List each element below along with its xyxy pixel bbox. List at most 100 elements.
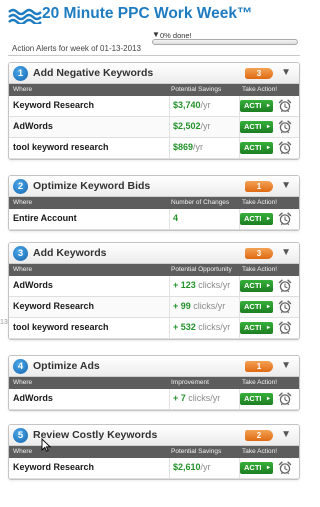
metric-number: + 123: [173, 280, 196, 290]
step-number-badge: 5: [13, 428, 28, 443]
column-header-action: Take Action!: [242, 448, 278, 455]
step-number-badge: 4: [13, 359, 28, 374]
side-fragment: 13: [0, 319, 8, 326]
column-header-action: Take Action!: [242, 379, 278, 386]
collapse-triangle-icon[interactable]: ▼: [281, 67, 291, 78]
row-where-label[interactable]: AdWords: [13, 280, 53, 290]
progress-marker-icon: ▼: [152, 30, 160, 39]
section-title: Optimize Keyword Bids: [33, 180, 151, 192]
action-arrow-icon: ▸: [266, 396, 270, 402]
mouse-cursor-icon: [41, 438, 51, 452]
section-header[interactable]: 4 Optimize Ads 1 ▼: [9, 356, 299, 377]
metric-number: + 7: [173, 393, 186, 403]
column-header-metric: Potential Opportunity: [171, 266, 232, 273]
take-action-button[interactable]: ACTI ▸: [240, 121, 273, 133]
table-body: AdWords + 123 clicks/yr ACTI ▸ Keyword Resea…: [9, 276, 299, 339]
table-row: AdWords + 123 clicks/yr ACTI ▸: [9, 276, 299, 297]
section-header[interactable]: 2 Optimize Keyword Bids 1 ▼: [9, 176, 299, 197]
take-action-button[interactable]: ACTI ▸: [240, 100, 273, 112]
column-header-where: Where: [13, 379, 33, 386]
row-where-label[interactable]: Keyword Research: [13, 100, 94, 110]
take-action-button[interactable]: ACTI ▸: [240, 213, 273, 225]
snooze-alarm-icon[interactable]: [278, 120, 292, 134]
section-title: Add Negative Keywords: [33, 67, 154, 79]
table-row: Keyword Research $3,740/yr ACTI ▸: [9, 96, 299, 117]
action-arrow-icon: ▸: [266, 124, 270, 130]
snooze-alarm-icon[interactable]: [278, 212, 292, 226]
action-arrow-icon: ▸: [266, 283, 270, 289]
section-header[interactable]: 5 Review Costly Keywords 2 ▼: [9, 425, 299, 446]
section-add-negative-keywords: 1 Add Negative Keywords 3 ▼ Where Potential S…: [8, 62, 300, 160]
row-metric-value: $2,610/yr: [173, 462, 211, 472]
column-header-where: Where: [13, 86, 33, 93]
take-action-label: ACTI: [244, 101, 262, 110]
table-row: tool keyword research $869/yr ACTI ▸: [9, 138, 299, 159]
take-action-button[interactable]: ACTI ▸: [240, 462, 273, 474]
row-where-label[interactable]: tool keyword research: [13, 142, 109, 152]
alert-count-badge: 1: [245, 181, 273, 192]
row-metric-value: $2,502/yr: [173, 121, 211, 131]
collapse-triangle-icon[interactable]: ▼: [281, 360, 291, 371]
snooze-alarm-icon[interactable]: [278, 141, 292, 155]
snooze-alarm-icon[interactable]: [278, 300, 292, 314]
take-action-button[interactable]: ACTI ▸: [240, 393, 273, 405]
column-header-row: Where Potential Opportunity Take Action!: [9, 264, 299, 276]
column-header-action: Take Action!: [242, 266, 278, 273]
column-header-action: Take Action!: [242, 199, 278, 206]
collapse-triangle-icon[interactable]: ▼: [281, 180, 291, 191]
section-title: Add Keywords: [33, 247, 107, 259]
column-header-metric: Potential Savings: [171, 86, 222, 93]
snooze-alarm-icon[interactable]: [278, 461, 292, 475]
snooze-alarm-icon[interactable]: [278, 279, 292, 293]
snooze-alarm-icon[interactable]: [278, 392, 292, 406]
column-divider: [169, 458, 170, 478]
row-where-label[interactable]: Keyword Research: [13, 301, 94, 311]
section-header[interactable]: 1 Add Negative Keywords 3 ▼: [9, 63, 299, 84]
action-arrow-icon: ▸: [266, 216, 270, 222]
metric-number: + 99: [173, 301, 191, 311]
alert-count-badge: 3: [245, 248, 273, 259]
take-action-button[interactable]: ACTI ▸: [240, 301, 273, 313]
week-label: Action Alerts for week of 01-13-2013: [12, 44, 141, 53]
row-metric-value: + 99 clicks/yr: [173, 301, 225, 311]
row-metric-value: + 123 clicks/yr: [173, 280, 230, 290]
column-header-row: Where Potential Savings Take Action!: [9, 84, 299, 96]
action-arrow-icon: ▸: [266, 103, 270, 109]
row-where-label[interactable]: Keyword Research: [13, 462, 94, 472]
table-row: tool keyword research + 532 clicks/yr ACTI…: [9, 318, 299, 339]
alert-count-badge: 1: [245, 361, 273, 372]
snooze-alarm-icon[interactable]: [278, 99, 292, 113]
metric-unit: clicks/yr: [195, 280, 231, 290]
row-where-label[interactable]: tool keyword research: [13, 322, 109, 332]
column-header-row: Where Improvement Take Action!: [9, 377, 299, 389]
column-header-where: Where: [13, 448, 33, 455]
step-number-badge: 2: [13, 179, 28, 194]
page-title: 20 Minute PPC Work Week™: [42, 5, 253, 22]
section-header[interactable]: 3 Add Keywords 3 ▼: [9, 243, 299, 264]
row-where-label[interactable]: AdWords: [13, 121, 53, 131]
row-metric-value: $3,740/yr: [173, 100, 211, 110]
action-arrow-icon: ▸: [266, 325, 270, 331]
section-optimize-ads: 4 Optimize Ads 1 ▼ Where Improvement Take Acti…: [8, 355, 300, 411]
take-action-button[interactable]: ACTI ▸: [240, 322, 273, 334]
take-action-label: ACTI: [244, 323, 262, 332]
take-action-label: ACTI: [244, 143, 262, 152]
metric-number: 4: [173, 213, 179, 223]
column-header-where: Where: [13, 266, 33, 273]
column-header-where: Where: [13, 199, 33, 206]
metric-unit: clicks/yr: [195, 322, 231, 332]
metric-unit: /yr: [200, 462, 211, 472]
metric-unit: /yr: [200, 121, 211, 131]
column-divider: [169, 209, 170, 229]
table-body: Entire Account 4 ACTI ▸: [9, 209, 299, 230]
row-where-label[interactable]: AdWords: [13, 393, 53, 403]
take-action-label: ACTI: [244, 281, 262, 290]
table-body: Keyword Research $2,610/yr ACTI ▸: [9, 458, 299, 479]
row-where-label[interactable]: Entire Account: [13, 213, 77, 223]
snooze-alarm-icon[interactable]: [278, 321, 292, 335]
collapse-triangle-icon[interactable]: ▼: [281, 247, 291, 258]
collapse-triangle-icon[interactable]: ▼: [281, 429, 291, 440]
metric-unit: /yr: [193, 142, 204, 152]
take-action-button[interactable]: ACTI ▸: [240, 142, 273, 154]
take-action-button[interactable]: ACTI ▸: [240, 280, 273, 292]
